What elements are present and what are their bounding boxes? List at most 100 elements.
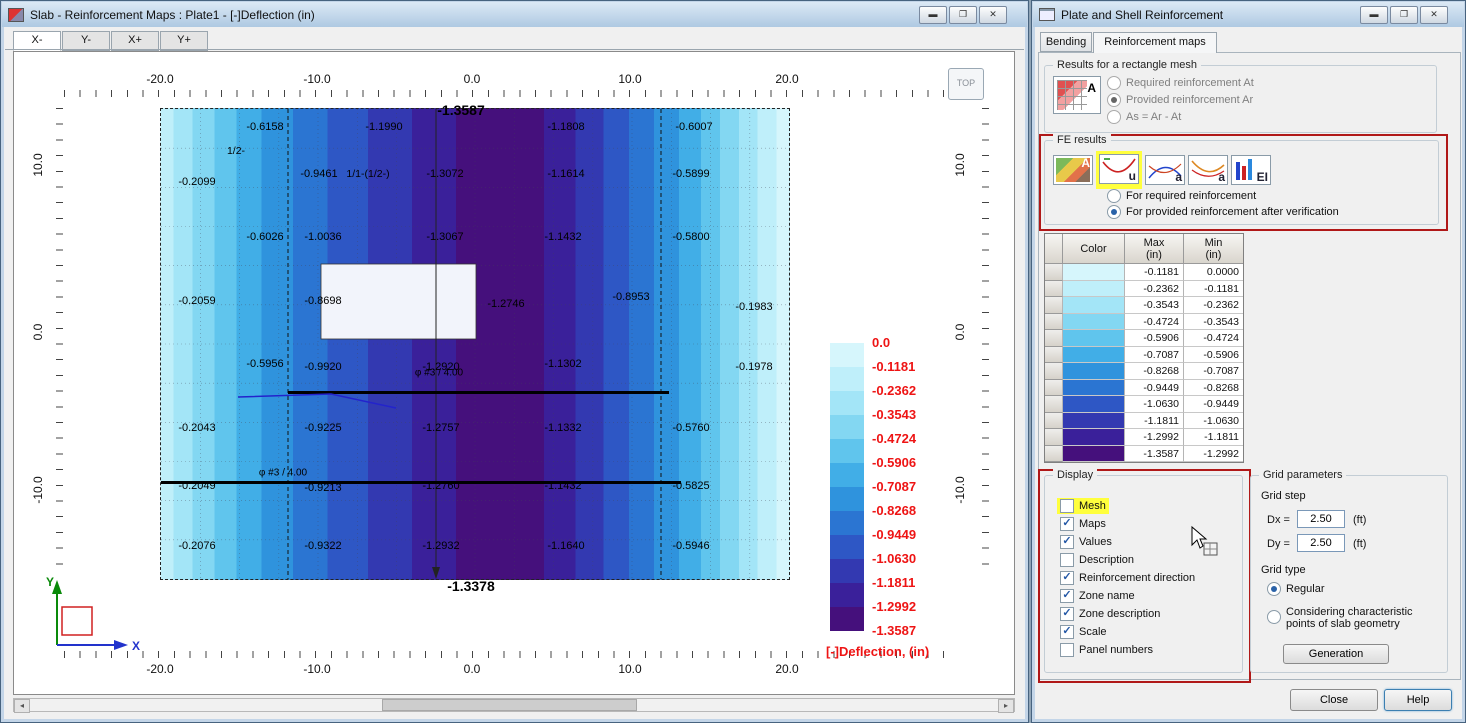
close-button[interactable]: ✕ — [979, 5, 1007, 24]
option-as-ar-minus-at[interactable]: As = Ar - At — [1107, 110, 1181, 124]
scale-color-swatch[interactable] — [1063, 379, 1125, 396]
option-regular-grid[interactable]: Regular — [1267, 582, 1325, 596]
checkbox[interactable]: ✓ — [1060, 535, 1074, 549]
display-option-zone-description[interactable]: ✓ Zone description — [1057, 606, 1163, 622]
display-option-description[interactable]: Description — [1057, 552, 1137, 568]
fe-stress-icon-button[interactable]: a — [1145, 155, 1185, 185]
checkbox[interactable]: ✓ — [1060, 607, 1074, 621]
view-tab-xplus[interactable]: X+ — [111, 31, 159, 51]
display-option-reinforcement-direction[interactable]: ✓ Reinforcement direction — [1057, 570, 1198, 586]
plot-canvas[interactable]: -20.0 -10.0 0.0 10.0 20.0 10.0 0.0 -10.0 10.0 0… — [13, 51, 1015, 695]
row-selector[interactable] — [1045, 313, 1063, 330]
dx-input[interactable] — [1297, 510, 1345, 528]
view-tab-yplus[interactable]: Y+ — [160, 31, 208, 51]
left-window-titlebar[interactable]: Slab - Reinforcement Maps : Plate1 - [-]… — [2, 2, 1027, 27]
scroll-left-arrow[interactable]: ◂ — [14, 699, 30, 713]
display-option-mesh[interactable]: Mesh — [1057, 498, 1109, 514]
fe-stress-map-icon-button[interactable]: a — [1188, 155, 1228, 185]
scale-color-swatch[interactable] — [1063, 264, 1125, 281]
display-option-scale[interactable]: ✓ Scale — [1057, 624, 1110, 640]
scale-color-swatch[interactable] — [1063, 396, 1125, 413]
tab-bending[interactable]: Bending — [1040, 32, 1092, 52]
generation-button[interactable]: Generation — [1283, 644, 1389, 664]
view-tab-xminus[interactable]: X- — [13, 31, 61, 51]
scale-table-row[interactable]: -0.3543 -0.2362 — [1045, 297, 1243, 314]
minimize-button[interactable]: ▬ — [1360, 5, 1388, 24]
row-selector[interactable] — [1045, 429, 1063, 446]
scale-table-row[interactable]: -1.3587 -1.2992 — [1045, 445, 1243, 462]
scale-table-row[interactable]: -0.9449 -0.8268 — [1045, 379, 1243, 396]
dy-input[interactable] — [1297, 534, 1345, 552]
scale-table-row[interactable]: -0.8268 -0.7087 — [1045, 363, 1243, 380]
scale-color-swatch[interactable] — [1063, 412, 1125, 429]
display-option-maps[interactable]: ✓ Maps — [1057, 516, 1109, 532]
view-tab-yminus[interactable]: Y- — [62, 31, 110, 51]
display-option-panel-numbers[interactable]: Panel numbers — [1057, 642, 1156, 658]
row-selector[interactable] — [1045, 297, 1063, 314]
fe-stiffness-icon-button[interactable]: EI — [1231, 155, 1271, 185]
rectangle-mesh-icon-button[interactable]: A — [1053, 76, 1101, 114]
option-characteristic-points[interactable]: Considering characteristic points of sla… — [1267, 606, 1436, 630]
display-option-zone-name[interactable]: ✓ Zone name — [1057, 588, 1138, 604]
scale-table-row[interactable]: -0.5906 -0.4724 — [1045, 330, 1243, 347]
checkbox[interactable]: ✓ — [1060, 517, 1074, 531]
row-selector[interactable] — [1045, 379, 1063, 396]
row-selector[interactable] — [1045, 412, 1063, 429]
scale-table-row[interactable]: -1.0630 -0.9449 — [1045, 396, 1243, 413]
scale-table-row[interactable]: -0.1181 0.0000 — [1045, 264, 1243, 281]
checkbox[interactable]: ✓ — [1060, 571, 1074, 585]
scale-color-swatch[interactable] — [1063, 297, 1125, 314]
radio-icon[interactable] — [1107, 205, 1121, 219]
scale-table-row[interactable]: -1.1811 -1.0630 — [1045, 412, 1243, 429]
scale-table-row[interactable]: -0.2362 -0.1181 — [1045, 280, 1243, 297]
option-provided-reinforcement[interactable]: Provided reinforcement Ar — [1107, 93, 1253, 107]
checkbox[interactable]: ✓ — [1060, 589, 1074, 603]
option-for-provided-reinforcement[interactable]: For provided reinforcement after verific… — [1107, 205, 1339, 219]
close-button[interactable]: Close — [1290, 689, 1378, 711]
fe-map-icon-button[interactable]: A — [1053, 155, 1093, 185]
row-selector[interactable] — [1045, 363, 1063, 380]
option-required-reinforcement[interactable]: Required reinforcement At — [1107, 76, 1254, 90]
row-selector[interactable] — [1045, 330, 1063, 347]
scroll-thumb[interactable] — [382, 699, 637, 711]
radio-icon[interactable] — [1107, 76, 1121, 90]
checkbox[interactable] — [1060, 499, 1074, 513]
contour-map[interactable]: -0.6158 -1.1990 -1.1808 -0.6007 1/2- -0.9461 1… — [160, 102, 790, 594]
row-selector[interactable] — [1045, 280, 1063, 297]
radio-icon[interactable] — [1107, 189, 1121, 203]
scroll-right-arrow[interactable]: ▸ — [998, 699, 1014, 713]
scale-color-swatch[interactable] — [1063, 280, 1125, 297]
scale-color-swatch[interactable] — [1063, 363, 1125, 380]
scale-color-swatch[interactable] — [1063, 429, 1125, 446]
tab-reinforcement-maps[interactable]: Reinforcement maps — [1093, 32, 1217, 53]
scale-table-row[interactable]: -1.2992 -1.1811 — [1045, 429, 1243, 446]
row-selector[interactable] — [1045, 396, 1063, 413]
radio-icon[interactable] — [1267, 582, 1281, 596]
help-button[interactable]: Help — [1384, 689, 1452, 711]
checkbox[interactable] — [1060, 553, 1074, 567]
maximize-button[interactable]: ❐ — [1390, 5, 1418, 24]
checkbox[interactable] — [1060, 643, 1074, 657]
radio-icon[interactable] — [1267, 610, 1281, 624]
restore-button[interactable]: ❐ — [949, 5, 977, 24]
scale-color-swatch[interactable] — [1063, 313, 1125, 330]
minimize-button[interactable]: ▬ — [919, 5, 947, 24]
top-view-button[interactable]: TOP — [948, 68, 984, 100]
scale-table-row[interactable]: -0.7087 -0.5906 — [1045, 346, 1243, 363]
row-selector[interactable] — [1045, 264, 1063, 281]
close-icon[interactable]: ✕ — [1420, 5, 1448, 24]
scale-table-row[interactable]: -0.4724 -0.3543 — [1045, 313, 1243, 330]
checkbox[interactable]: ✓ — [1060, 625, 1074, 639]
dialog-titlebar[interactable]: Plate and Shell Reinforcement ▬ ❐ ✕ — [1033, 2, 1464, 27]
radio-icon[interactable] — [1107, 93, 1121, 107]
scroll-track[interactable] — [30, 699, 998, 711]
option-for-required-reinforcement[interactable]: For required reinforcement — [1107, 189, 1256, 203]
scale-color-swatch[interactable] — [1063, 330, 1125, 347]
display-option-values[interactable]: ✓ Values — [1057, 534, 1115, 550]
horizontal-scrollbar[interactable]: ◂ ▸ — [13, 698, 1015, 713]
scale-color-swatch[interactable] — [1063, 346, 1125, 363]
scale-color-swatch[interactable] — [1063, 445, 1125, 462]
radio-icon[interactable] — [1107, 110, 1121, 124]
row-selector[interactable] — [1045, 346, 1063, 363]
fe-deflection-icon-button[interactable]: u — [1099, 154, 1139, 184]
